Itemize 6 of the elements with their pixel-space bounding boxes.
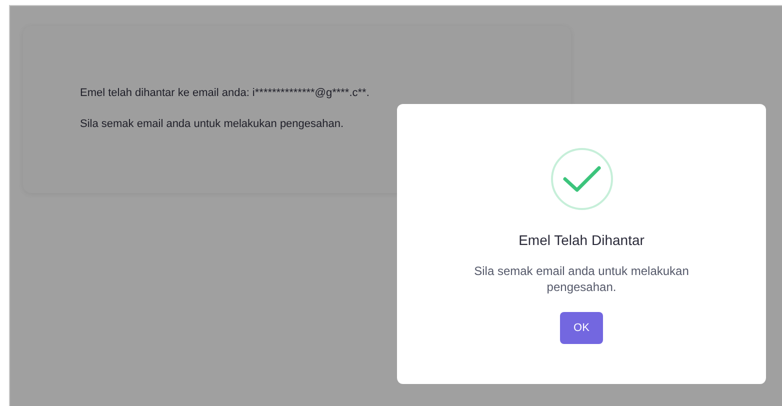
dialog-title: Emel Telah Dihantar <box>518 231 644 249</box>
checkmark-icon <box>550 147 614 211</box>
ok-button[interactable]: OK <box>560 312 603 344</box>
message-text: Sila semak email anda untuk melakukan pengesahan. <box>80 117 345 131</box>
message-text: Emel telah dihantar ke email anda: i**************@g****.c**. <box>80 86 370 100</box>
dialog-message: Sila semak email anda untuk melakukan pengesahan. <box>473 263 690 295</box>
